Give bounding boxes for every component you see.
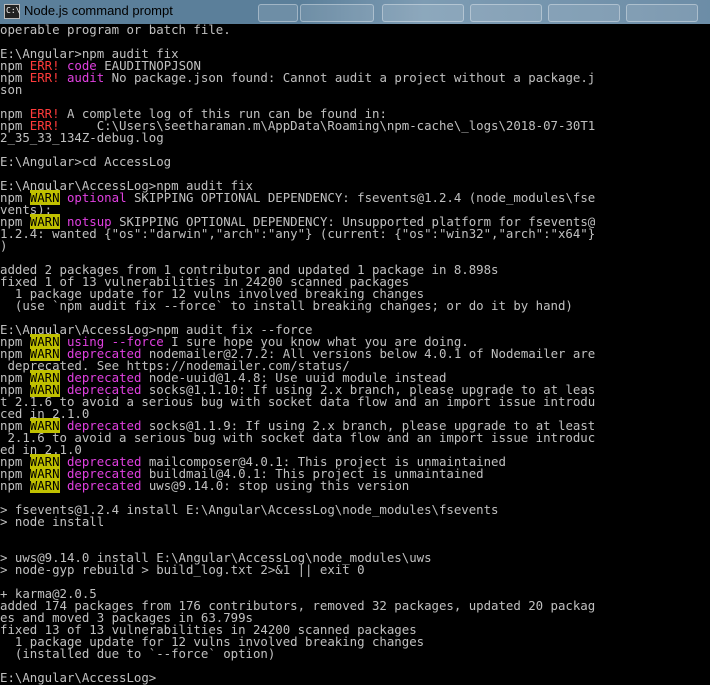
console-text: npm — [0, 478, 30, 493]
log-code: optional — [66, 190, 127, 205]
console-line: npm WARN deprecated uws@9.14.0: stop usi… — [0, 478, 710, 493]
console-text: operable program or batch file. — [0, 24, 231, 37]
console-line: > node-gyp rebuild > build_log.txt 2>&1 … — [0, 562, 710, 577]
console-line: npm ERR! audit No package.json found: Ca… — [0, 70, 710, 85]
background-tab — [548, 4, 620, 22]
console-line: ) — [0, 238, 710, 253]
console-line: (installed due to `--force` option) — [0, 646, 710, 661]
console-text: No package.json found: Cannot audit a pr… — [104, 70, 596, 85]
cmd-icon[interactable]: C:\ — [4, 4, 20, 19]
background-tab — [382, 4, 464, 22]
console-output[interactable]: operable program or batch file. E:\Angula… — [0, 24, 710, 685]
console-line: son — [0, 82, 710, 97]
console-line: > fsevents@1.2.4 install E:\Angular\Acce… — [0, 503, 710, 516]
console-text: uws@9.14.0: stop using this version — [141, 478, 410, 493]
console-text: E:\Angular\AccessLog> — [0, 670, 157, 685]
console-text: son — [0, 82, 23, 97]
console-line: E:\Angular\AccessLog> — [0, 670, 710, 685]
console-line: E:\Angular>cd AccessLog — [0, 154, 710, 169]
console-line: operable program or batch file. — [0, 24, 710, 36]
console-text: 2.1.6 to avoid a serious bug with socket… — [0, 430, 596, 445]
background-tab — [300, 4, 374, 22]
console-text: (installed due to `--force` option) — [0, 646, 276, 661]
console-text: SKIPPING OPTIONAL DEPENDENCY: fsevents@1… — [126, 190, 596, 205]
cmd-icon-text: C:\ — [6, 6, 21, 15]
background-tab — [470, 4, 542, 22]
console-line: (use `npm audit fix --force` to install … — [0, 298, 710, 313]
warn-tag: WARN — [29, 478, 60, 493]
console-text: (use `npm audit fix --force` to install … — [0, 298, 573, 313]
console-line: 2.1.6 to avoid a serious bug with socket… — [0, 430, 710, 445]
console-line: > node install — [0, 514, 710, 529]
error-tag: ERR! — [29, 70, 60, 85]
console-line: t 2.1.6 to avoid a serious bug with sock… — [0, 395, 710, 408]
log-code: deprecated — [66, 478, 142, 493]
console-line: 1.2.4: wanted {"os":"darwin","arch":"any… — [0, 226, 710, 241]
background-tab — [258, 4, 298, 22]
background-tab — [626, 4, 698, 22]
console-text: > node-gyp rebuild > build_log.txt 2>&1 … — [0, 562, 365, 577]
window-title: Node.js command prompt — [24, 3, 173, 18]
console-text: 2_35_33_134Z-debug.log — [0, 130, 164, 145]
console-text: E:\Angular>cd AccessLog — [0, 154, 172, 169]
log-code: audit — [66, 70, 105, 85]
console-text: ) — [0, 238, 8, 253]
title-bar[interactable]: C:\ Node.js command prompt — [0, 0, 710, 24]
console-text: 1.2.4: wanted {"os":"darwin","arch":"any… — [0, 226, 596, 241]
console-line: 2_35_33_134Z-debug.log — [0, 130, 710, 145]
console-line: npm WARN optional SKIPPING OPTIONAL DEPE… — [0, 190, 710, 205]
console-text: > node install — [0, 514, 105, 529]
